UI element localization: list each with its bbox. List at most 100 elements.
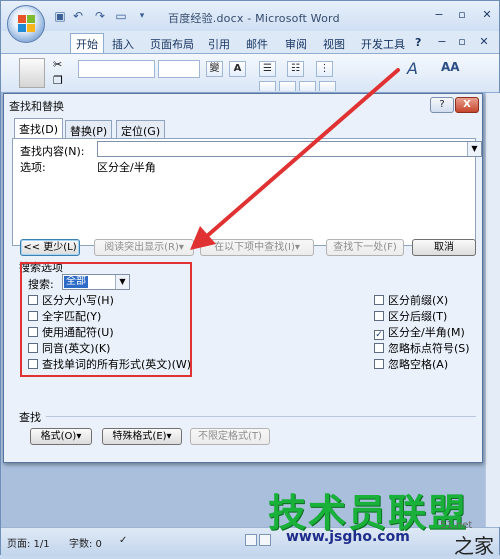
sounds-like-option[interactable]: 同音(英文)(K): [28, 342, 110, 356]
whole-word-option[interactable]: 全字匹配(Y): [28, 310, 101, 324]
all-word-forms-option[interactable]: 查找单词的所有形式(英文)(W): [28, 358, 191, 372]
tab-home[interactable]: 开始: [70, 33, 104, 53]
help-icon[interactable]: ?: [411, 35, 425, 50]
styles-icon[interactable]: A: [407, 59, 418, 78]
checkbox[interactable]: [28, 327, 38, 337]
reading-highlight-button[interactable]: 阅读突出显示(R)▾: [94, 239, 194, 256]
chevron-down-icon[interactable]: ▼: [115, 275, 129, 289]
copy-icon[interactable]: ❐: [53, 74, 63, 87]
vertical-scrollbar[interactable]: [485, 93, 500, 527]
tab-review[interactable]: 审阅: [281, 35, 311, 53]
match-case-option[interactable]: 区分大小写(H): [28, 294, 114, 308]
align-left-icon[interactable]: [259, 81, 276, 91]
print-layout-icon[interactable]: [245, 534, 257, 546]
option-label: 区分大小写(H): [42, 294, 114, 307]
phonetic-guide-icon[interactable]: 變: [206, 61, 223, 77]
less-button[interactable]: << 更少(L): [20, 239, 80, 256]
bullets-icon[interactable]: ☰: [259, 61, 276, 77]
paste-icon[interactable]: [19, 58, 45, 88]
options-label: 选项:: [20, 161, 46, 174]
tab-find[interactable]: 查找(D): [14, 118, 64, 139]
ribbon-minimize-icon[interactable]: −: [433, 35, 451, 49]
save-icon[interactable]: ▣: [53, 9, 67, 23]
match-suffix-option[interactable]: 区分后缀(T): [374, 310, 447, 324]
window-title: 百度经验.docx - Microsoft Word: [168, 12, 340, 25]
checkbox[interactable]: [28, 311, 38, 321]
proofing-icon[interactable]: ✓: [119, 535, 127, 546]
font-name-combo[interactable]: [78, 60, 155, 78]
option-label: 使用通配符(U): [42, 326, 114, 339]
section-divider: [46, 416, 476, 417]
option-label: 区分后缀(T): [388, 310, 448, 323]
option-label: 同音(英文)(K): [42, 342, 111, 355]
minimize-button[interactable]: −: [430, 8, 448, 22]
option-label: 查找单词的所有形式(英文)(W): [42, 358, 192, 371]
ignore-space-option[interactable]: 忽略空格(A): [374, 358, 448, 372]
format-button[interactable]: 格式(O)▾: [30, 428, 92, 445]
cancel-button[interactable]: 取消: [412, 239, 476, 256]
ribbon-close-icon[interactable]: ✕: [475, 35, 493, 49]
align-center-icon[interactable]: [279, 81, 296, 91]
dialog-help-button[interactable]: ?: [430, 97, 454, 113]
search-options-label: 搜索选项: [19, 261, 63, 274]
page-count[interactable]: 页面: 1/1: [7, 535, 50, 550]
tab-developer[interactable]: 开发工具: [357, 35, 409, 53]
checkbox[interactable]: [28, 295, 38, 305]
match-prefix-option[interactable]: 区分前缀(X): [374, 294, 448, 308]
customize-toolbar-icon[interactable]: ▾: [135, 9, 149, 23]
chevron-down-icon[interactable]: ▼: [467, 142, 481, 156]
font-size-combo[interactable]: [158, 60, 200, 78]
tab-view[interactable]: 视图: [319, 35, 349, 53]
tab-replace[interactable]: 替换(P): [65, 120, 113, 138]
match-width-option[interactable]: ✓ 区分全/半角(M): [374, 326, 465, 340]
find-replace-dialog: 查找和替换 ? X 查找(D) 替换(P) 定位(G) 查找内容(N): ▼ 选…: [3, 93, 483, 463]
no-formatting-button[interactable]: 不限定格式(T): [190, 428, 270, 445]
option-label: 全字匹配(Y): [42, 310, 102, 323]
align-right-icon[interactable]: [299, 81, 316, 91]
option-label: 区分前缀(X): [388, 294, 449, 307]
checkbox[interactable]: [374, 295, 384, 305]
search-direction-select[interactable]: 全部 ▼: [62, 274, 130, 290]
checkbox-checked[interactable]: ✓: [374, 330, 384, 340]
options-value: 区分全/半角: [97, 161, 156, 174]
tab-references[interactable]: 引用: [204, 35, 234, 53]
find-tab-panel: 查找内容(N): ▼ 选项: 区分全/半角: [12, 138, 482, 246]
tab-mailings[interactable]: 邮件: [242, 35, 272, 53]
checkbox[interactable]: [28, 343, 38, 353]
char-border-icon[interactable]: A: [229, 61, 246, 77]
close-window-button[interactable]: ✕: [478, 8, 496, 22]
checkbox[interactable]: [374, 359, 384, 369]
checkbox[interactable]: [374, 343, 384, 353]
justify-icon[interactable]: [319, 81, 336, 91]
checkbox[interactable]: [374, 311, 384, 321]
checkbox[interactable]: [28, 359, 38, 369]
tab-goto[interactable]: 定位(G): [116, 120, 166, 138]
tab-page-layout[interactable]: 页面布局: [146, 35, 198, 53]
find-next-button[interactable]: 查找下一处(F): [326, 239, 404, 256]
office-logo-icon: [18, 15, 35, 32]
option-label: 区分全/半角(M): [388, 326, 465, 339]
numbering-icon[interactable]: ☷: [287, 61, 304, 77]
find-what-input[interactable]: ▼: [97, 141, 482, 157]
office-button[interactable]: [7, 5, 45, 43]
multilevel-list-icon[interactable]: ⋮: [316, 61, 333, 77]
undo-icon[interactable]: ↶: [71, 9, 85, 23]
find-in-button[interactable]: 在以下项中查找(I)▾: [200, 239, 314, 256]
find-section-label: 查找: [19, 411, 41, 424]
special-format-button[interactable]: 特殊格式(E)▾: [102, 428, 182, 445]
wildcards-option[interactable]: 使用通配符(U): [28, 326, 114, 340]
redo-icon[interactable]: ↷: [93, 9, 107, 23]
dialog-close-button[interactable]: X: [455, 97, 479, 113]
option-label: 忽略空格(A): [388, 358, 449, 371]
word-count[interactable]: 字数: 0: [69, 535, 102, 550]
search-direction-label: 搜索:: [28, 278, 54, 291]
title-bar: ▣ ↶ ↷ ▭ ▾ 百度经验.docx - Microsoft Word − ▫…: [1, 1, 499, 43]
tab-insert[interactable]: 插入: [108, 35, 138, 53]
ribbon-restore-icon[interactable]: ▫: [453, 35, 471, 49]
new-doc-icon[interactable]: ▭: [114, 9, 128, 23]
find-icon[interactable]: AA: [441, 60, 460, 74]
cut-icon[interactable]: ✂: [53, 58, 62, 71]
ignore-punctuation-option[interactable]: 忽略标点符号(S): [374, 342, 470, 356]
maximize-button[interactable]: ▫: [453, 8, 471, 22]
watermark-url: www.jsgho.com: [286, 529, 410, 545]
